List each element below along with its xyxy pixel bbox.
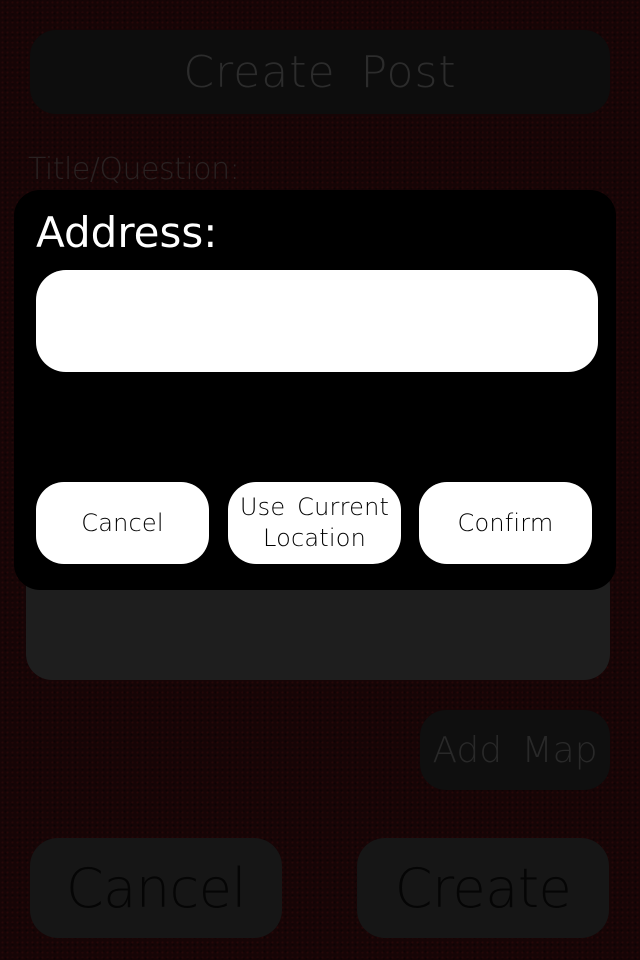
dialog-cancel-button[interactable]: Cancel <box>36 482 209 564</box>
dialog-confirm-label: Confirm <box>457 508 554 537</box>
cancel-post-button[interactable]: Cancel <box>30 838 282 938</box>
address-dialog: Address: Cancel Use Current Location Con… <box>14 190 616 590</box>
address-label: Address: <box>36 208 218 257</box>
title-question-label: Title/Question: <box>28 152 240 187</box>
create-post-button[interactable]: Create <box>357 838 609 938</box>
page-title: Create Post <box>183 46 457 98</box>
cancel-post-label: Cancel <box>66 856 246 920</box>
page-title-bar: Create Post <box>30 30 610 114</box>
dialog-cancel-label: Cancel <box>81 508 164 537</box>
create-post-label: Create <box>394 856 572 920</box>
address-input[interactable] <box>36 270 598 372</box>
add-map-label: Add Map <box>432 729 598 771</box>
add-map-button[interactable]: Add Map <box>420 710 610 790</box>
dialog-confirm-button[interactable]: Confirm <box>419 482 592 564</box>
use-current-location-label: Use Current Location <box>239 493 390 552</box>
use-current-location-button[interactable]: Use Current Location <box>228 482 401 564</box>
